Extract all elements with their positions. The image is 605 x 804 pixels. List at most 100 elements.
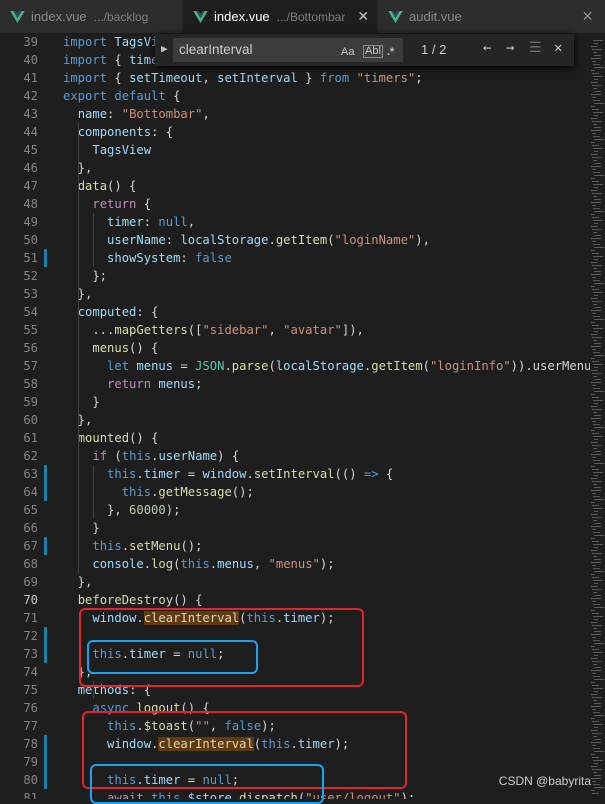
code-line[interactable]: 45 TagsView	[0, 141, 590, 159]
code-line[interactable]: 66 }	[0, 519, 590, 537]
minimap[interactable]	[590, 34, 605, 799]
tab-bottombar-index-vue[interactable]: index.vue .../Bottombar ✕	[183, 0, 377, 33]
modified-line-gutter-marker[interactable]	[44, 483, 47, 501]
code-token: if	[92, 449, 108, 463]
code-token: (	[422, 359, 430, 373]
minimap-line	[592, 409, 602, 410]
code-line[interactable]: 52 };	[0, 267, 590, 285]
code-line[interactable]: 68 console.log(this.menus, "menus");	[0, 555, 590, 573]
close-icon[interactable]: ✕	[357, 8, 369, 25]
modified-line-gutter-marker[interactable]	[44, 537, 47, 555]
code-token: :	[107, 107, 122, 121]
code-line[interactable]: 46 },	[0, 159, 590, 177]
code-token: console	[92, 557, 144, 571]
next-match-arrow-icon[interactable]: →	[506, 40, 514, 56]
modified-line-gutter-marker[interactable]	[44, 735, 47, 753]
code-token: ,	[187, 215, 196, 229]
code-line[interactable]: 60 },	[0, 411, 590, 429]
code-token: =	[180, 467, 203, 481]
minimap-line	[594, 643, 604, 644]
code-line[interactable]: 49 timer: null,	[0, 213, 590, 231]
code-token: ...	[63, 323, 115, 337]
code-line[interactable]: 64 this.getMessage();	[0, 483, 590, 501]
find-input[interactable]: clearInterval Aa Abl .*	[173, 38, 403, 62]
code-token: components	[77, 125, 152, 139]
code-line[interactable]: 44 components: {	[0, 123, 590, 141]
code-line[interactable]: 41 import { setTimeout, setInterval } fro…	[0, 69, 590, 87]
code-line[interactable]: 48 return {	[0, 195, 590, 213]
minimap-line	[592, 601, 596, 602]
code-line[interactable]: 70 beforeDestroy() {	[0, 591, 590, 609]
vue-file-icon	[193, 10, 208, 23]
code-line[interactable]: 47 data() {	[0, 177, 590, 195]
code-line[interactable]: 51 showSystem: false	[0, 249, 590, 267]
minimap-line	[591, 610, 595, 611]
minimap-line	[593, 748, 600, 749]
code-line[interactable]: 50 userName: localStorage.getItem("login…	[0, 231, 590, 249]
code-line[interactable]: 55 ...mapGetters(["sidebar", "avatar"]),	[0, 321, 590, 339]
close-icon[interactable]: ✕	[554, 40, 562, 56]
minimap-line	[592, 433, 599, 434]
code-text: import { time	[63, 51, 158, 69]
vue-file-icon	[388, 10, 403, 23]
modified-line-gutter-marker[interactable]	[44, 753, 47, 771]
code-token: .	[121, 539, 130, 553]
modified-line-gutter-marker[interactable]	[44, 771, 47, 789]
code-token: (	[327, 233, 335, 247]
code-token: getItem	[371, 359, 423, 373]
regex-icon[interactable]: .*	[387, 46, 394, 58]
minimap-line	[592, 781, 596, 782]
code-line[interactable]: 53 },	[0, 285, 590, 303]
code-line[interactable]: 62 if (this.userName) {	[0, 447, 590, 465]
minimap-line	[591, 706, 601, 707]
code-line[interactable]: 54 computed: {	[0, 303, 590, 321]
code-line[interactable]: 58 return menus;	[0, 375, 590, 393]
code-token: ) {	[217, 449, 240, 463]
minimap-line	[593, 376, 597, 377]
code-line[interactable]: 42 export default {	[0, 87, 590, 105]
code-line[interactable]: 65 }, 60000);	[0, 501, 590, 519]
minimap-line	[593, 40, 603, 41]
minimap-line	[591, 502, 595, 503]
code-token: )).userMenu	[510, 359, 590, 373]
code-line[interactable]: 59 }	[0, 393, 590, 411]
code-text: name: "Bottombar",	[63, 105, 210, 123]
modified-line-gutter-marker[interactable]	[44, 249, 47, 267]
whole-word-icon[interactable]: Abl	[363, 45, 383, 58]
code-text: return menus;	[63, 375, 202, 393]
previous-match-arrow-icon[interactable]: ←	[483, 40, 491, 56]
tab-audit-vue[interactable]: audit.vue ✕	[378, 0, 605, 33]
minimap-line	[592, 205, 596, 206]
close-icon[interactable]: ✕	[582, 8, 594, 25]
minimap-line	[591, 478, 598, 479]
minimap-line	[592, 625, 602, 626]
code-line[interactable]: 67 this.setMenu();	[0, 537, 590, 555]
code-token: import	[63, 35, 115, 49]
code-line[interactable]: 56 menus() {	[0, 339, 590, 357]
code-line[interactable]: 69 },	[0, 573, 590, 591]
line-number: 74	[23, 665, 38, 679]
find-in-selection-icon[interactable]: ☰	[529, 40, 542, 56]
modified-line-gutter-marker[interactable]	[44, 645, 47, 663]
minimap-line	[591, 766, 598, 767]
minimap-line	[594, 367, 598, 368]
code-token: timer	[107, 215, 144, 229]
modified-line-gutter-marker[interactable]	[44, 465, 47, 483]
code-token: ();	[231, 485, 254, 499]
code-line[interactable]: 43 name: "Bottombar",	[0, 105, 590, 123]
match-case-icon[interactable]: Aa	[341, 46, 354, 58]
minimap-line	[591, 586, 598, 587]
code-line[interactable]: 61 mounted() {	[0, 429, 590, 447]
code-token: return	[92, 197, 137, 211]
minimap-line	[594, 619, 598, 620]
code-line[interactable]: 57 let menus = JSON.parse(localStorage.g…	[0, 357, 590, 375]
modified-line-gutter-marker[interactable]	[44, 627, 47, 645]
tab-backlog-index-vue[interactable]: index.vue .../backlog	[0, 0, 182, 33]
code-line[interactable]: 63 this.timer = window.setInterval(() =>…	[0, 465, 590, 483]
minimap-line	[594, 679, 604, 680]
minimap-line	[592, 349, 596, 350]
minimap-line	[594, 499, 604, 500]
toggle-replace-chevron-icon[interactable]: ▶	[161, 42, 168, 55]
